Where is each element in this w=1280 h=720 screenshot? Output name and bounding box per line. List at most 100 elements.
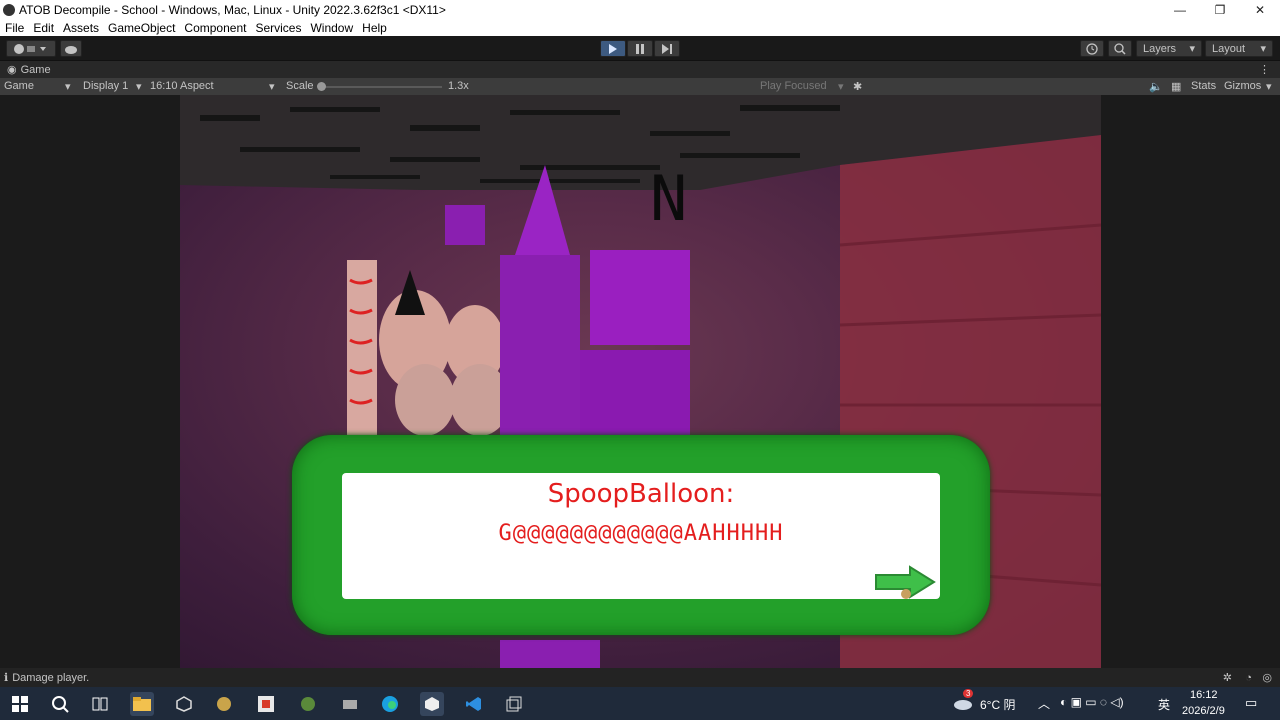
layout-label: Layout — [1212, 42, 1246, 55]
account-dropdown[interactable] — [6, 40, 56, 57]
dialog-text: G@@@@@@@@@@@@AAHHHHH — [498, 521, 784, 546]
image-app-icon — [258, 696, 274, 712]
chevron-down-icon: ▾ — [269, 81, 275, 93]
more-options-icon[interactable]: ⋮ — [1259, 63, 1270, 76]
clock-date[interactable]: 2026/2/9 — [1182, 705, 1225, 717]
close-button[interactable]: ✕ — [1240, 0, 1280, 19]
tab-game[interactable]: Game — [21, 64, 51, 76]
cube-icon — [176, 696, 192, 712]
display-dropdown[interactable]: Display 1 — [83, 80, 128, 92]
task-view-icon — [92, 697, 108, 711]
dialog-speaker: SpoopBalloon: — [547, 479, 735, 509]
aspect-dropdown[interactable]: 16:10 Aspect — [150, 80, 214, 92]
menu-help[interactable]: Help — [362, 21, 387, 35]
clock-time[interactable]: 16:12 — [1190, 689, 1218, 701]
cloud-button[interactable] — [60, 40, 82, 57]
window-switch-button[interactable] — [502, 692, 526, 716]
chevron-down-icon: ▾ — [65, 81, 71, 93]
layers-dropdown[interactable]: Layers ▾ — [1136, 40, 1202, 57]
windows-stack-icon — [506, 696, 522, 712]
step-button[interactable] — [654, 40, 680, 57]
weather-text[interactable]: 6°C 阴 — [980, 696, 1015, 713]
play-button[interactable] — [600, 40, 626, 57]
task-view-button[interactable] — [88, 692, 112, 716]
layers-label: Layers — [1143, 42, 1177, 55]
dialog-box: SpoopBalloon: G@@@@@@@@@@@@AAHHHHH — [292, 435, 990, 635]
search-taskbar-button[interactable] — [48, 692, 72, 716]
window-titlebar: ATOB Decompile - School - Windows, Mac, … — [0, 0, 1280, 19]
unity-hub-button[interactable] — [172, 692, 196, 716]
dialog-panel: SpoopBalloon: G@@@@@@@@@@@@AAHHHHH — [342, 473, 940, 599]
globe-icon — [301, 697, 315, 711]
chevron-down-icon: ▾ — [1266, 81, 1272, 93]
history-button[interactable] — [1080, 40, 1104, 57]
bug-icon[interactable]: ✱ — [853, 80, 862, 93]
pause-button[interactable] — [627, 40, 653, 57]
cloud-icon — [65, 45, 77, 54]
app-circle-icon — [217, 697, 231, 711]
vscode-icon — [466, 697, 481, 711]
menu-assets[interactable]: Assets — [63, 21, 99, 35]
chevron-down-icon: ▾ — [1260, 43, 1266, 55]
info-icon: ℹ — [4, 672, 9, 684]
gizmos-button[interactable]: Gizmos — [1224, 80, 1261, 92]
progress-icon[interactable]: ◔ — [1245, 672, 1252, 684]
scale-slider-thumb[interactable] — [317, 82, 326, 91]
menu-services[interactable]: Services — [255, 21, 301, 35]
search-button[interactable] — [1108, 40, 1132, 57]
app-button-red[interactable] — [254, 692, 278, 716]
folder-icon — [133, 697, 151, 711]
audio-icon[interactable]: 🔈 — [1149, 80, 1163, 93]
game-scene[interactable]: N SpoopBalloon: G@@@@@@@@@@@@AAHHHHH — [180, 95, 1101, 668]
pause-icon — [636, 43, 644, 54]
menu-window[interactable]: Window — [310, 21, 353, 35]
app-button-gray[interactable] — [338, 692, 362, 716]
game-view-toolbar: Game ▾ Display 1 ▾ 16:10 Aspect ▾ Scale … — [0, 78, 1280, 95]
edge-icon — [382, 696, 398, 712]
next-arrow-button[interactable] — [874, 565, 936, 599]
game-view-icon: ◉ — [7, 64, 17, 76]
game-viewport[interactable]: N SpoopBalloon: G@@@@@@@@@@@@AAHHHHH — [0, 95, 1280, 668]
balloon-character-bottom — [395, 364, 455, 436]
maximize-button[interactable]: ❐ — [1200, 0, 1240, 19]
account-icon — [14, 43, 46, 54]
scale-slider[interactable] — [320, 86, 442, 88]
purple-block-bottom — [500, 640, 600, 668]
unity-editor-button[interactable] — [420, 692, 444, 716]
search-icon — [1114, 42, 1126, 55]
menu-edit[interactable]: Edit — [33, 21, 54, 35]
minimize-button[interactable]: — — [1160, 0, 1200, 19]
stats-button[interactable]: Stats — [1191, 80, 1216, 92]
chevron-up-icon[interactable]: ︿ — [1038, 695, 1050, 712]
tray-icons[interactable]: ◐ ▣ ▭ ◌ ◁) — [1060, 695, 1124, 709]
chevron-down-icon: ▾ — [838, 81, 844, 93]
menu-gameobject[interactable]: GameObject — [108, 21, 175, 35]
file-explorer-button[interactable] — [130, 692, 154, 716]
start-button[interactable] — [8, 692, 32, 716]
vscode-button[interactable] — [462, 692, 486, 716]
menu-component[interactable]: Component — [184, 21, 246, 35]
windows-icon — [12, 696, 28, 712]
unity-logo-icon — [3, 3, 15, 16]
pillar-character — [347, 260, 377, 435]
status-message[interactable]: Damage player. — [12, 672, 89, 684]
app-button-yellow[interactable] — [212, 692, 236, 716]
check-icon[interactable]: ◎ — [1262, 671, 1272, 684]
edge-button[interactable] — [378, 692, 402, 716]
purple-balloon-right-top — [590, 250, 690, 345]
purple-balloon-right-bottom — [580, 350, 690, 440]
globe-app-button[interactable] — [296, 692, 320, 716]
unity-icon — [425, 697, 439, 711]
menu-file[interactable]: File — [5, 21, 24, 35]
view-mode-dropdown[interactable]: Game — [4, 80, 34, 92]
weather-widget[interactable]: 3 — [953, 689, 974, 711]
ime-indicator[interactable]: 英 — [1158, 696, 1170, 713]
chevron-down-icon: ▾ — [136, 81, 142, 93]
notification-icon[interactable]: ▭ — [1245, 695, 1257, 711]
play-icon — [609, 43, 617, 54]
purple-balloon-tall — [500, 255, 580, 435]
layout-dropdown[interactable]: Layout ▾ — [1205, 40, 1273, 57]
grid-icon[interactable]: ▦ — [1171, 80, 1181, 93]
debug-icon[interactable]: ✲ — [1223, 671, 1232, 684]
play-focused-dropdown[interactable]: Play Focused — [760, 80, 827, 92]
